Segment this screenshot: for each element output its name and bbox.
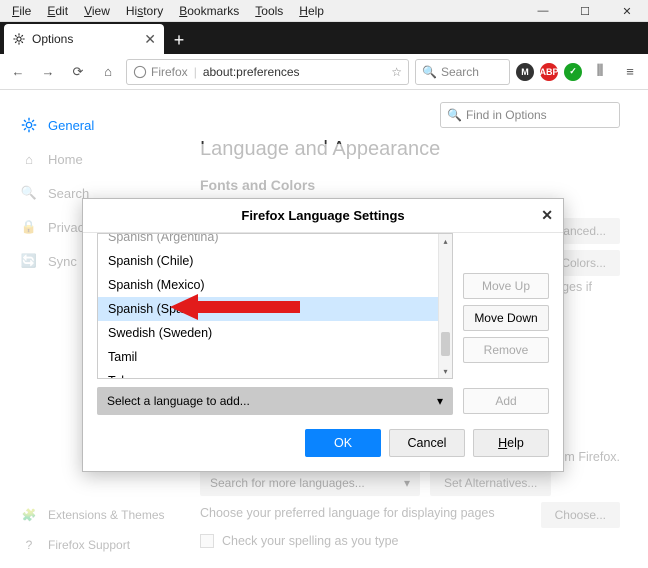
window-close[interactable]: ✕ xyxy=(606,0,648,22)
abp-badge-icon[interactable]: ABP xyxy=(540,63,558,81)
language-settings-dialog: Firefox Language Settings ✕ Spanish (Arg… xyxy=(82,198,564,472)
url-bar[interactable]: Firefox | about:preferences ☆ xyxy=(126,59,409,85)
list-item[interactable]: Spanish (Mexico) xyxy=(98,273,452,297)
search-icon: 🔍 xyxy=(447,108,462,122)
menu-tools[interactable]: Tools xyxy=(247,2,291,20)
search-icon: 🔍 xyxy=(422,65,437,79)
menu-view[interactable]: View xyxy=(76,2,118,20)
list-item[interactable]: Telugu xyxy=(98,369,452,379)
toolbar: ← → ⟳ ⌂ Firefox | about:preferences ☆ 🔍 … xyxy=(0,54,648,90)
list-item[interactable]: Spanish (Chile) xyxy=(98,249,452,273)
find-in-options[interactable]: 🔍 Find in Options xyxy=(440,102,620,128)
list-item[interactable]: Spanish (Argentina) xyxy=(98,233,452,249)
tab-title: Options xyxy=(32,32,73,46)
remove-button[interactable]: Remove xyxy=(463,337,549,363)
language-listbox[interactable]: Spanish (Argentina) Spanish (Chile) Span… xyxy=(97,233,453,379)
url-text: about:preferences xyxy=(203,65,300,79)
tab-close-icon[interactable]: ✕ xyxy=(144,31,156,48)
tab-options[interactable]: Options ✕ xyxy=(4,24,164,54)
home-button[interactable]: ⌂ xyxy=(96,60,120,84)
dialog-title-bar: Firefox Language Settings ✕ xyxy=(83,199,563,233)
list-item[interactable]: Tamil xyxy=(98,345,452,369)
sidebar-item-general[interactable]: General xyxy=(0,108,188,142)
scroll-thumb[interactable] xyxy=(441,332,450,356)
listbox-scrollbar[interactable]: ▴ ▾ xyxy=(438,234,452,378)
tabstrip: Options ✕ + xyxy=(0,22,648,54)
menu-bookmarks[interactable]: Bookmarks xyxy=(171,2,247,20)
gear-icon xyxy=(12,32,26,46)
ok-button[interactable]: OK xyxy=(305,429,381,457)
list-item-selected[interactable]: Spanish (Spain) xyxy=(98,297,452,321)
window-minimize[interactable]: — xyxy=(522,0,564,22)
dialog-close-button[interactable]: ✕ xyxy=(541,207,553,224)
menu-help[interactable]: Help xyxy=(291,2,332,20)
chevron-down-icon: ▾ xyxy=(437,394,443,408)
move-up-button[interactable]: Move Up xyxy=(463,273,549,299)
back-button[interactable]: ← xyxy=(6,60,30,84)
cancel-button[interactable]: Cancel xyxy=(389,429,465,457)
add-button[interactable]: Add xyxy=(463,388,549,414)
bookmark-star-icon[interactable]: ☆ xyxy=(391,65,402,79)
dialog-footer: OK Cancel Help xyxy=(83,415,563,471)
window-maximize[interactable]: ☐ xyxy=(564,0,606,22)
library-icon[interactable]: ⦀ xyxy=(588,60,612,84)
reload-button[interactable]: ⟳ xyxy=(66,60,90,84)
scroll-down-icon[interactable]: ▾ xyxy=(439,364,452,378)
gear-icon xyxy=(20,116,38,134)
add-language-dropdown[interactable]: Select a language to add... ▾ xyxy=(97,387,453,415)
menu-file[interactable]: File xyxy=(4,2,39,20)
move-down-button[interactable]: Move Down xyxy=(463,305,549,331)
forward-button[interactable]: → xyxy=(36,60,60,84)
firefox-icon: Firefox xyxy=(133,65,188,79)
window-controls: — ☐ ✕ xyxy=(522,0,648,22)
help-button[interactable]: Help xyxy=(473,429,549,457)
menu-edit[interactable]: Edit xyxy=(39,2,76,20)
green-check-icon[interactable]: ✓ xyxy=(564,63,582,81)
new-tab-button[interactable]: + xyxy=(164,26,194,54)
m-badge-icon[interactable]: M xyxy=(516,63,534,81)
list-item[interactable]: Swedish (Sweden) xyxy=(98,321,452,345)
menu-history[interactable]: History xyxy=(118,2,171,20)
search-bar[interactable]: 🔍 Search xyxy=(415,59,510,85)
dialog-button-column: Move Up Move Down Remove xyxy=(463,233,549,379)
menu-hamburger-icon[interactable]: ≡ xyxy=(618,60,642,84)
scroll-up-icon[interactable]: ▴ xyxy=(439,234,452,248)
